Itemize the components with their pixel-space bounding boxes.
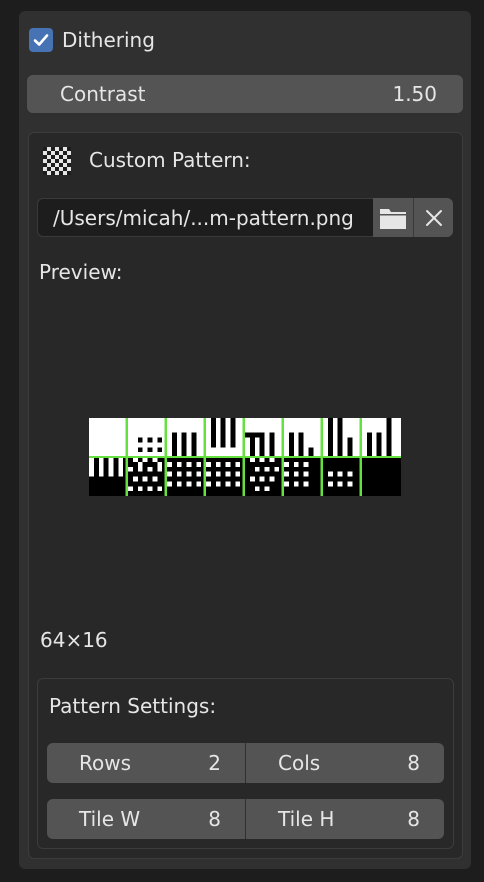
pattern-path-row: /Users/micah/...m-pattern.png <box>37 198 454 237</box>
checkmark-icon <box>33 34 49 46</box>
dithering-toggle[interactable]: Dithering <box>29 25 155 55</box>
tile-w-field[interactable]: Tile W 8 <box>47 799 246 839</box>
tile-h-label: Tile H <box>278 807 335 831</box>
cols-field[interactable]: Cols 8 <box>246 743 444 783</box>
rows-cols-group: Rows 2 Cols 8 <box>47 743 444 783</box>
tile-size-group: Tile W 8 Tile H 8 <box>47 799 444 839</box>
rows-field[interactable]: Rows 2 <box>47 743 246 783</box>
tile-w-label: Tile W <box>79 807 141 831</box>
browse-file-button[interactable] <box>373 198 413 237</box>
contrast-value: 1.50 <box>392 82 437 106</box>
checker-pattern-icon <box>43 147 71 175</box>
preview-size-label: 64×16 <box>40 628 108 652</box>
close-icon <box>425 209 442 226</box>
rows-label: Rows <box>79 751 132 775</box>
pattern-preview-image <box>89 418 401 496</box>
contrast-slider[interactable]: Contrast 1.50 <box>27 75 463 113</box>
pattern-path-input[interactable]: /Users/micah/...m-pattern.png <box>37 198 373 237</box>
pattern-path-text: /Users/micah/...m-pattern.png <box>53 205 354 230</box>
cols-label: Cols <box>278 751 321 775</box>
tile-h-field[interactable]: Tile H 8 <box>246 799 444 839</box>
dithering-checkbox[interactable] <box>29 28 53 52</box>
folder-icon <box>380 208 406 229</box>
preview-label: Preview: <box>39 260 123 284</box>
cols-value: 8 <box>407 751 420 775</box>
dithering-label: Dithering <box>62 28 155 52</box>
tile-h-value: 8 <box>407 807 420 831</box>
pattern-settings-label: Pattern Settings: <box>49 694 217 718</box>
clear-path-button[interactable] <box>413 198 453 237</box>
contrast-label: Contrast <box>60 82 146 106</box>
tile-w-value: 8 <box>208 807 221 831</box>
rows-value: 2 <box>208 751 221 775</box>
custom-pattern-label: Custom Pattern: <box>89 148 251 172</box>
